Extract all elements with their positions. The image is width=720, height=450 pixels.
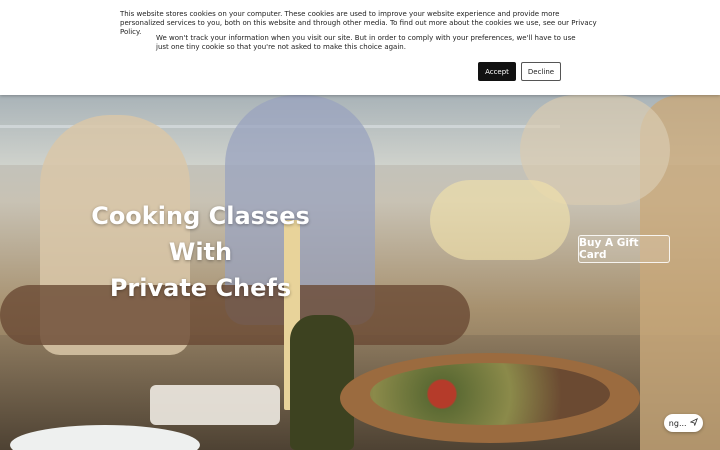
wine-bottle <box>290 315 354 450</box>
chat-label: ng... <box>668 418 687 428</box>
hero-title-line2: Private Chefs <box>109 274 292 302</box>
hero-title-line1: Cooking Classes With <box>91 202 310 266</box>
hero-title: Cooking Classes With Private Chefs <box>68 198 333 306</box>
cookie-text: This website stores cookies on your comp… <box>120 10 597 36</box>
wine-glasses <box>430 180 570 260</box>
decline-button[interactable]: Decline <box>521 62 561 81</box>
accept-button[interactable]: Accept <box>478 62 516 81</box>
gift-card-button[interactable]: Buy A Gift Card <box>578 235 670 263</box>
food-items <box>370 363 610 425</box>
cookie-banner: This website stores cookies on your comp… <box>0 0 720 95</box>
chat-widget[interactable]: ng... <box>664 414 703 432</box>
napkin <box>150 385 280 425</box>
send-icon <box>689 417 699 428</box>
hero-section: Cooking Classes With Private Chefs Buy A… <box>0 95 720 450</box>
cookie-text-secondary: We won't track your information when you… <box>156 34 576 51</box>
